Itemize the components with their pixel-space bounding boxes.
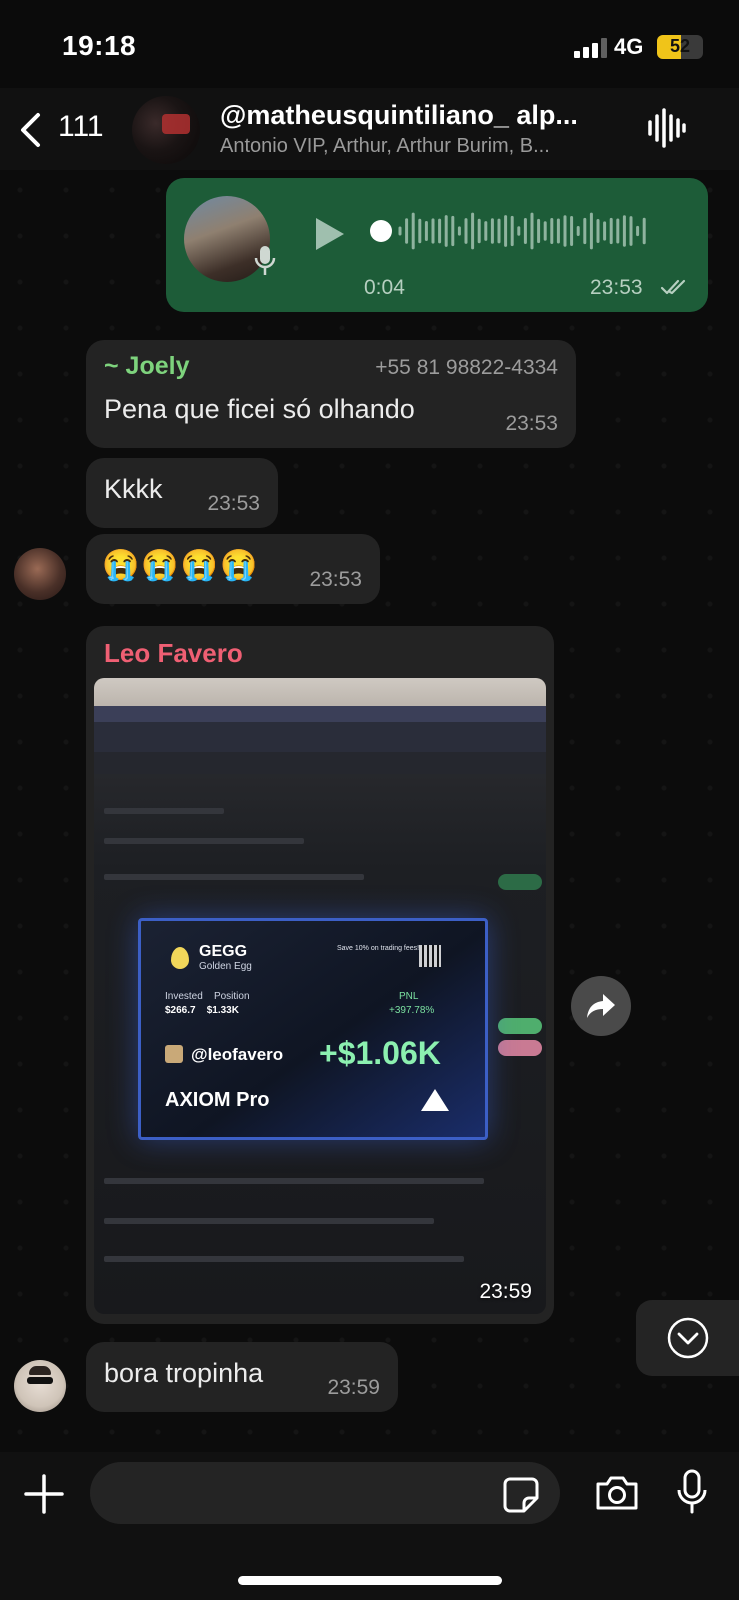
promo-text: Save 10% on trading fees!: [337, 945, 420, 952]
screen-row: [104, 1178, 484, 1184]
sender-phone: +55 81 98822-4334: [375, 356, 558, 379]
group-members[interactable]: Antonio VIP, Arthur, Arthur Burim, B...: [220, 135, 620, 158]
read-ticks-icon: [660, 278, 690, 301]
battery-icon: 52: [657, 35, 703, 59]
green-button-shape: [498, 1018, 542, 1034]
screen-row: [104, 1218, 434, 1224]
message-bubble[interactable]: bora tropinha 23:59: [86, 1342, 398, 1412]
pnl-amount: +$1.06K: [319, 1035, 441, 1071]
sender-name[interactable]: ~ Joely: [104, 352, 189, 381]
token-symbol: GEGG: [199, 943, 248, 960]
network-type: 4G: [614, 34, 644, 59]
photo[interactable]: GEGG Golden Egg Save 10% on trading fees…: [94, 678, 546, 1314]
signal-icon: [574, 38, 607, 58]
screen-row: [104, 808, 224, 814]
camera-icon[interactable]: [594, 1474, 640, 1517]
plus-icon[interactable]: [24, 1474, 64, 1519]
status-bar: 19:18 4G 52: [0, 0, 739, 88]
message-time: 23:53: [505, 412, 558, 435]
message-time: 23:59: [327, 1376, 380, 1399]
group-title[interactable]: @matheusquintiliano_ alp...: [220, 100, 630, 131]
message-bubble[interactable]: Kkkk 23:53: [86, 458, 278, 528]
screen-row: [104, 838, 304, 844]
message-bubble[interactable]: 😭😭😭😭 23:53: [86, 534, 380, 604]
invested-values: $266.7 $1.33K: [165, 1005, 239, 1016]
avatar[interactable]: [14, 548, 66, 600]
sticker-icon[interactable]: [502, 1476, 540, 1519]
browser-address: [94, 752, 546, 774]
back-count[interactable]: 111: [58, 110, 104, 144]
voice-waveform[interactable]: [396, 206, 656, 261]
egg-icon: [171, 947, 189, 969]
chat-header: 111 @matheusquintiliano_ alp... Antonio …: [0, 88, 739, 170]
waveform-icon[interactable]: [646, 106, 686, 155]
message-text: Kkkk: [104, 474, 163, 504]
axiom-logo-icon: [421, 1089, 449, 1111]
group-avatar[interactable]: [132, 96, 200, 164]
voice-duration: 0:04: [364, 276, 405, 299]
screen-row: [104, 874, 364, 880]
message-time: 23:59: [479, 1280, 532, 1303]
pnl-label: PNL: [399, 991, 419, 1002]
avatar[interactable]: [14, 1360, 66, 1412]
message-text: bora tropinha: [104, 1358, 264, 1388]
sender-name[interactable]: Leo Favero: [104, 638, 243, 669]
pnl-percent: +397.78%: [389, 1005, 435, 1016]
image-message[interactable]: Leo Favero GEGG Golden Egg Save 10% on t…: [86, 626, 554, 1324]
voice-message[interactable]: 0:04 23:53: [166, 178, 708, 312]
message-text: Pena que ficei só olhando: [104, 394, 415, 424]
browser-menubar: [94, 706, 546, 722]
scroll-to-bottom-button[interactable]: [636, 1300, 739, 1376]
token-name: Golden Egg: [199, 961, 252, 972]
microphone-icon[interactable]: [676, 1468, 708, 1521]
qr-code: [419, 945, 441, 967]
message-bubble[interactable]: ~ Joely +55 81 98822-4334 Pena que ficei…: [86, 340, 576, 448]
clock: 19:18: [62, 30, 137, 61]
message-input[interactable]: [90, 1462, 560, 1524]
message-time: 23:53: [309, 568, 362, 591]
brand-logo: AXIOM Pro: [165, 1089, 270, 1111]
forward-icon[interactable]: [571, 976, 631, 1036]
invested-label: Invested Position: [165, 991, 250, 1002]
screen-row: [104, 1256, 464, 1262]
browser-tabs: [94, 722, 546, 752]
battery-percent: 52: [669, 36, 691, 56]
buy-button-shape: [498, 874, 542, 890]
microphone-icon: [254, 244, 276, 283]
card-handle: @leofavero: [191, 1045, 284, 1064]
chevron-down-circle-icon: [667, 1317, 709, 1359]
home-indicator: [238, 1576, 502, 1585]
playback-scrubber[interactable]: [370, 220, 392, 242]
chevron-left-icon[interactable]: [18, 112, 42, 153]
handle-avatar: [165, 1045, 183, 1063]
message-time: 23:53: [590, 276, 643, 299]
pink-button-shape: [498, 1040, 542, 1056]
play-icon[interactable]: [312, 216, 346, 257]
message-text: 😭😭😭😭: [102, 549, 260, 582]
pnl-card: GEGG Golden Egg Save 10% on trading fees…: [138, 918, 488, 1140]
message-time: 23:53: [207, 492, 260, 515]
